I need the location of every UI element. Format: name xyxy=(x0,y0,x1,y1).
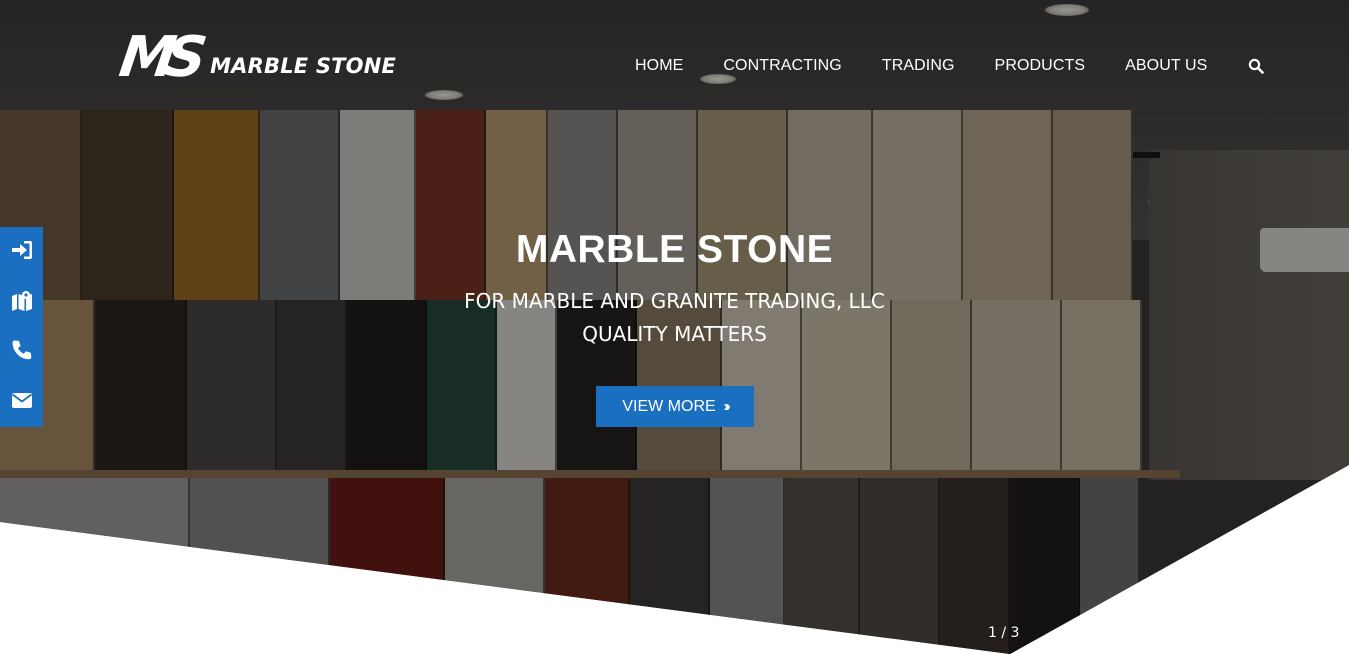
search-icon[interactable] xyxy=(1248,58,1265,74)
nav-item-trading[interactable]: TRADING xyxy=(882,57,955,75)
hero-title: MARBLE STONE xyxy=(515,228,834,271)
envelope-icon xyxy=(11,389,33,416)
main-nav: HOME CONTRACTING TRADING PRODUCTS ABOUT … xyxy=(635,57,1265,75)
nav-item-about-us[interactable]: ABOUT US xyxy=(1125,57,1207,75)
email-button[interactable] xyxy=(0,377,43,427)
view-more-button[interactable]: VIEW MORE ›› xyxy=(596,386,754,427)
hero-subtitle-line2: QUALITY MATTERS xyxy=(582,322,767,346)
slide-counter: 1 / 3 xyxy=(988,625,1020,641)
nav-item-home[interactable]: HOME xyxy=(635,57,683,75)
brand-logo[interactable]: MS MARBLE STONE xyxy=(116,24,397,90)
hero-subtitle-line1: FOR MARBLE AND GRANITE TRADING, LLC xyxy=(464,289,885,313)
nav-item-products[interactable]: PRODUCTS xyxy=(995,57,1086,75)
double-chevron-right-icon: ›› xyxy=(723,398,731,415)
logo-mark: MS xyxy=(115,25,201,90)
view-more-label: VIEW MORE xyxy=(622,397,716,415)
nav-item-contracting[interactable]: CONTRACTING xyxy=(723,57,841,75)
brand-name: MARBLE STONE xyxy=(210,54,397,78)
